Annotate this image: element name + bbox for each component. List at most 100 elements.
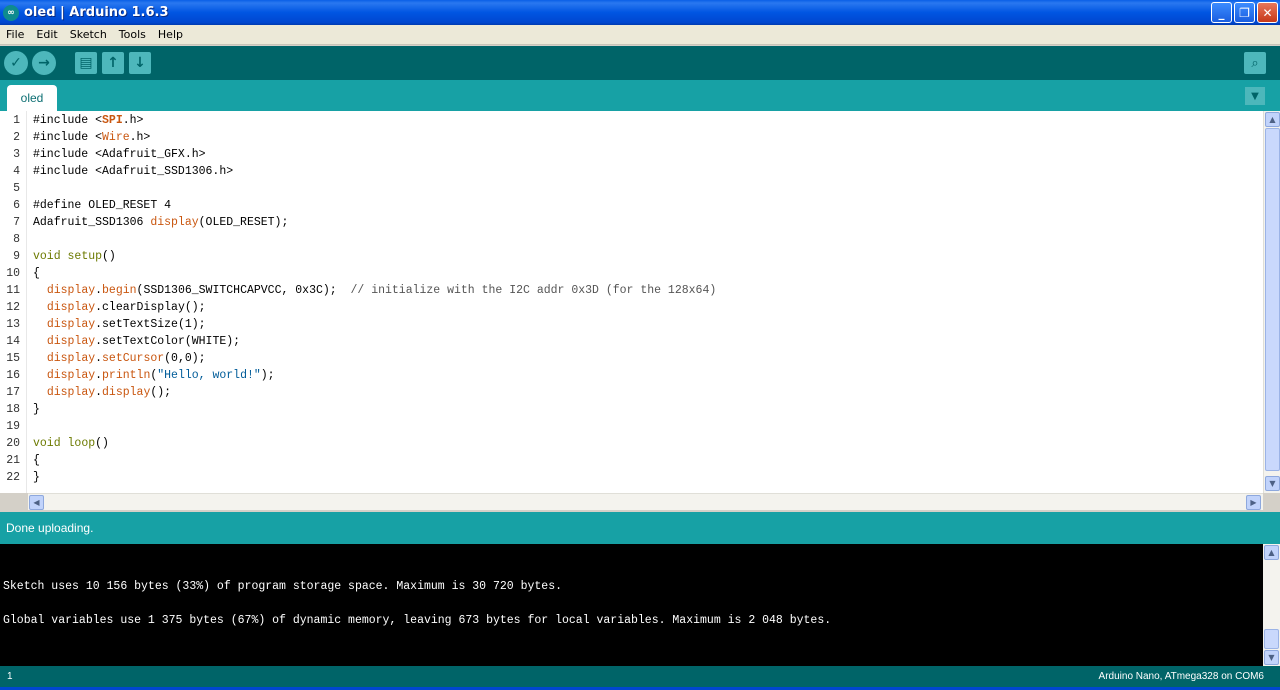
serial-monitor-icon[interactable]: ⌕ (1244, 52, 1266, 74)
save-sketch-icon[interactable]: ↓ (129, 52, 151, 74)
title-bar: ∞ oled | Arduino 1.6.3 _ ❐ ✕ (0, 0, 1280, 25)
line-number: 3 (13, 148, 20, 161)
code-token: SPI (102, 114, 123, 127)
code-token: #define OLED_RESET 4 (33, 199, 172, 212)
code-token: println (102, 369, 151, 382)
code-token: Adafruit_SSD1306 (33, 216, 151, 229)
menu-tools[interactable]: Tools (113, 28, 152, 41)
open-sketch-icon[interactable]: ↑ (102, 52, 124, 74)
code-line[interactable]: void setup() (33, 248, 116, 265)
code-area[interactable]: #include <SPI.h> #include <Wire.h> #includ… (28, 111, 1262, 493)
menu-edit[interactable]: Edit (30, 28, 63, 41)
code-token: void (33, 437, 61, 450)
code-line[interactable]: Adafruit_SSD1306 display(OLED_RESET); (33, 214, 288, 231)
console-output[interactable]: Sketch uses 10 156 bytes (33%) of progra… (0, 544, 1263, 666)
code-line[interactable]: display.setTextColor(WHITE); (33, 333, 240, 350)
scroll-down-icon[interactable]: ▼ (1265, 476, 1280, 491)
code-token: loop (67, 437, 96, 450)
code-line[interactable]: #define OLED_RESET 4 (33, 197, 171, 214)
code-token: . (95, 386, 103, 399)
line-number: 19 (6, 420, 20, 433)
code-line[interactable]: display.setTextSize(1); (33, 316, 206, 333)
code-token: display (46, 352, 96, 365)
line-number: 6 (13, 199, 20, 212)
editor-horizontal-scrollbar[interactable]: ◀ ▶ (28, 493, 1263, 510)
minimize-button[interactable]: _ (1211, 2, 1232, 23)
menu-sketch[interactable]: Sketch (64, 28, 113, 41)
code-token: .h> (122, 114, 144, 127)
line-number: 11 (6, 284, 20, 297)
code-line[interactable]: #include <Adafruit_GFX.h> (33, 146, 206, 163)
code-line[interactable]: #include <Wire.h> (33, 129, 150, 146)
code-line[interactable]: { (33, 452, 40, 469)
console-scroll-down-icon[interactable]: ▼ (1264, 650, 1279, 665)
code-line[interactable]: display.clearDisplay(); (33, 299, 206, 316)
code-line[interactable]: { (33, 265, 40, 282)
code-token: #include < (33, 131, 103, 144)
scroll-left-icon[interactable]: ◀ (29, 495, 44, 510)
console-scroll-up-icon[interactable]: ▲ (1264, 545, 1279, 560)
code-token: #include <Adafruit_GFX.h> (33, 148, 206, 161)
console-vertical-scrollbar[interactable]: ▲ ▼ (1263, 544, 1280, 666)
code-editor[interactable]: 1 2 3 4 5 6 7 8 9 10 11 12 13 14 15 16 17 18 19 20 21 22 #inc… (0, 111, 1280, 493)
line-number: 15 (6, 352, 20, 365)
upload-icon[interactable]: → (32, 51, 56, 75)
tab-oled[interactable]: oled (7, 85, 57, 111)
code-token: #include < (33, 114, 103, 127)
code-token: display (46, 301, 96, 314)
code-token: . (95, 352, 103, 365)
menu-bar: File Edit Sketch Tools Help (0, 25, 1280, 45)
code-token: ); (260, 369, 275, 382)
code-token: { (33, 267, 40, 280)
line-number: 7 (13, 216, 20, 229)
code-line[interactable]: void loop() (33, 435, 109, 452)
line-number: 12 (6, 301, 20, 314)
restore-button[interactable]: ❐ (1234, 2, 1255, 23)
scroll-right-icon[interactable]: ▶ (1246, 495, 1261, 510)
new-sketch-icon[interactable]: ▤ (75, 52, 97, 74)
scroll-up-icon[interactable]: ▲ (1265, 112, 1280, 127)
line-number: 4 (13, 165, 20, 178)
code-token: display (46, 318, 96, 331)
console-scroll-thumb[interactable] (1264, 629, 1279, 649)
code-line[interactable]: display.setCursor(0,0); (33, 350, 206, 367)
toolbar: ✓ → ▤ ↑ ↓ ⌕ (0, 46, 1280, 80)
line-number: 17 (6, 386, 20, 399)
code-line[interactable]: #include <Adafruit_SSD1306.h> (33, 163, 233, 180)
status-bar: Done uploading. (0, 512, 1280, 544)
code-line[interactable]: } (33, 469, 40, 486)
code-token: "Hello, world!" (157, 369, 261, 382)
line-number: 18 (6, 403, 20, 416)
line-number: 20 (6, 437, 20, 450)
window-controls: _ ❐ ✕ (1211, 2, 1278, 23)
code-line[interactable]: #include <SPI.h> (33, 112, 143, 129)
code-token: () (102, 250, 116, 263)
code-line[interactable]: display.println("Hello, world!"); (33, 367, 275, 384)
editor-vertical-scrollbar[interactable]: ▲ ▼ (1263, 111, 1280, 493)
bottom-status-bar: 1 Arduino Nano, ATmega328 on COM6 (0, 666, 1280, 687)
code-token: setCursor (102, 352, 165, 365)
line-number: 9 (13, 250, 20, 263)
code-token: (OLED_RESET); (198, 216, 289, 229)
menu-help[interactable]: Help (152, 28, 189, 41)
verify-icon[interactable]: ✓ (4, 51, 28, 75)
code-token: } (33, 471, 40, 484)
code-line[interactable]: } (33, 401, 40, 418)
editor-scroll-thumb[interactable] (1265, 128, 1280, 471)
line-number: 5 (13, 182, 20, 195)
code-line[interactable]: display.begin(SSD1306_SWITCHCAPVCC, 0x3C… (33, 282, 716, 299)
code-token: setup (67, 250, 103, 263)
code-token: .clearDisplay(); (95, 301, 206, 314)
code-token: #include <Adafruit_SSD1306.h> (33, 165, 234, 178)
menu-file[interactable]: File (0, 28, 30, 41)
code-line[interactable]: display.display(); (33, 384, 171, 401)
close-button[interactable]: ✕ (1257, 2, 1278, 23)
code-token: .setTextColor(WHITE); (95, 335, 241, 348)
tab-menu-chevron-down-icon[interactable]: ▼ (1245, 87, 1265, 105)
